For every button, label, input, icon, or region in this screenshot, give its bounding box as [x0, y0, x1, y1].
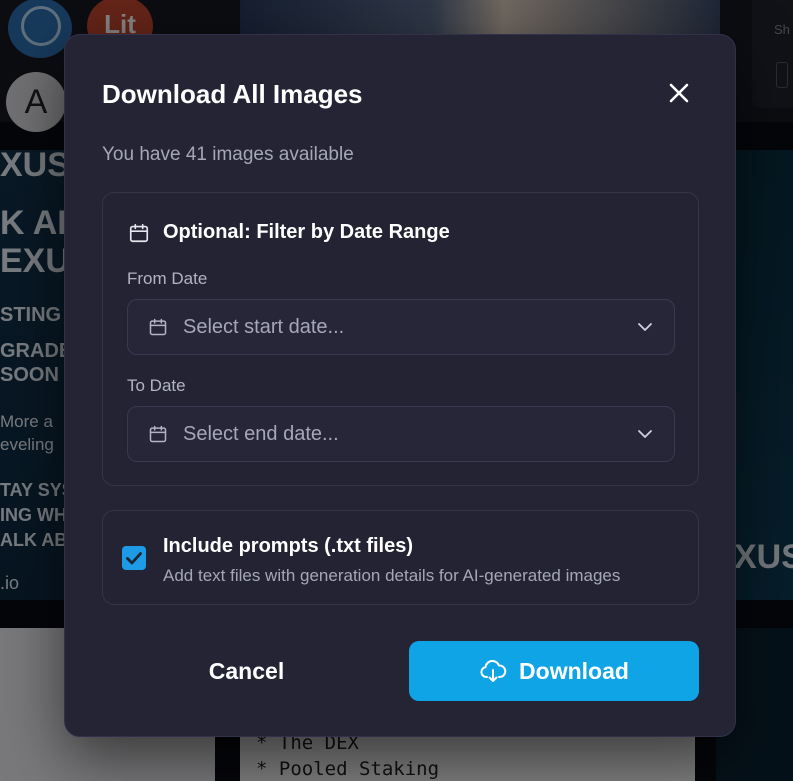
chevron-down-icon [638, 430, 652, 438]
date-filter-header: Optional: Filter by Date Range [128, 221, 450, 244]
from-date-placeholder: Select start date... [183, 315, 345, 338]
image-count-text: You have 41 images available [102, 144, 354, 165]
check-icon [126, 552, 142, 565]
calendar-icon [129, 223, 149, 242]
include-prompts-card: Include prompts (.txt files) Add text fi… [102, 510, 699, 605]
from-date-label: From Date [127, 269, 208, 288]
download-dialog: Download All Images You have 41 images a… [64, 34, 736, 737]
to-date-select[interactable]: Select end date... [127, 406, 675, 462]
close-icon [669, 83, 689, 103]
from-date-select[interactable]: Select start date... [127, 299, 675, 355]
chevron-down-icon [638, 323, 652, 331]
date-filter-card: Optional: Filter by Date Range From Date… [102, 192, 699, 486]
cancel-button[interactable]: Cancel [102, 641, 391, 701]
to-date-label: To Date [127, 376, 186, 395]
include-prompts-description: Add text files with generation details f… [163, 566, 621, 585]
close-button[interactable] [663, 77, 695, 109]
cloud-download-icon [480, 659, 507, 682]
download-label: Download [519, 657, 629, 684]
dialog-title: Download All Images [102, 79, 363, 109]
include-prompts-checkbox[interactable] [122, 546, 146, 570]
to-date-placeholder: Select end date... [183, 422, 339, 445]
download-button[interactable]: Download [409, 641, 699, 701]
include-prompts-label[interactable]: Include prompts (.txt files) [163, 535, 413, 558]
date-filter-title: Optional: Filter by Date Range [163, 221, 450, 243]
calendar-icon [149, 425, 167, 443]
calendar-icon [149, 318, 167, 336]
